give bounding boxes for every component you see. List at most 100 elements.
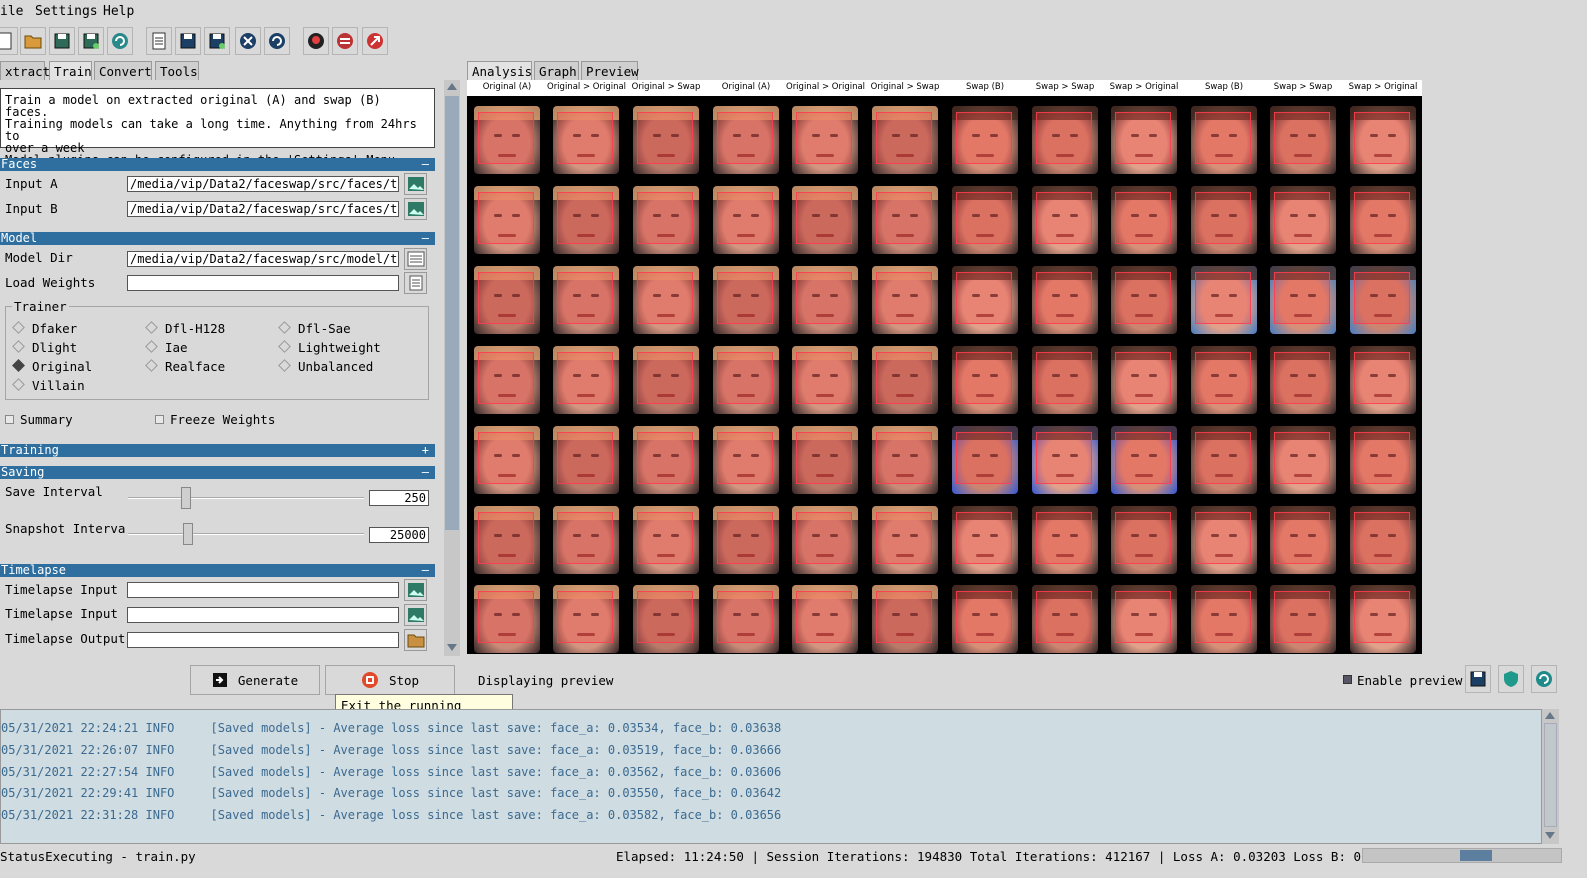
donate-button[interactable] bbox=[303, 27, 329, 55]
browse-input-b-button[interactable] bbox=[404, 198, 427, 220]
open-project-button[interactable] bbox=[20, 27, 46, 55]
browse-model-dir-button[interactable] bbox=[404, 248, 427, 270]
faces-section-header[interactable]: Faces – bbox=[0, 158, 435, 171]
enable-preview-checkbox[interactable] bbox=[1343, 675, 1352, 684]
trainer-radio-realface[interactable]: Realface bbox=[145, 359, 225, 374]
tab-convert[interactable]: Convert bbox=[94, 61, 152, 80]
save-interval-slider-handle[interactable] bbox=[181, 487, 191, 509]
trainer-radio-dlight[interactable]: Dlight bbox=[12, 340, 77, 355]
snapshot-interval-field[interactable]: 25000 bbox=[369, 527, 429, 543]
saving-section-header[interactable]: Saving – bbox=[0, 466, 435, 479]
mask-preview-button[interactable] bbox=[1498, 665, 1524, 693]
freeze-weights-checkbox[interactable]: Freeze Weights bbox=[155, 412, 275, 427]
face-mask-overlay bbox=[1195, 512, 1251, 564]
face-mask-overlay bbox=[1354, 591, 1410, 643]
face-mask-overlay bbox=[557, 272, 613, 324]
browse-timelapse-output-button[interactable] bbox=[404, 629, 427, 651]
face-mask-overlay bbox=[1354, 272, 1410, 324]
new-project-button[interactable] bbox=[0, 27, 18, 55]
save-interval-slider[interactable] bbox=[128, 497, 364, 499]
save-project-button[interactable] bbox=[49, 27, 75, 55]
clear-task-button[interactable] bbox=[235, 27, 261, 55]
scroll-up-icon[interactable] bbox=[1545, 712, 1555, 719]
save-as-project-button[interactable] bbox=[78, 27, 104, 55]
save-task-button[interactable] bbox=[175, 27, 201, 55]
browse-load-weights-button[interactable] bbox=[404, 272, 427, 294]
face-mask-overlay bbox=[1036, 591, 1092, 643]
save-interval-field[interactable]: 250 bbox=[369, 490, 429, 506]
trainer-radio-dfl-sae[interactable]: Dfl-Sae bbox=[278, 321, 351, 336]
tab-preview[interactable]: Preview bbox=[581, 61, 639, 80]
checkbox-box bbox=[5, 415, 14, 424]
browse-input-a-button[interactable] bbox=[404, 173, 427, 195]
trainer-radio-unbalanced[interactable]: Unbalanced bbox=[278, 359, 374, 374]
face-mask-overlay bbox=[1195, 192, 1251, 244]
trainer-radio-dfaker[interactable]: Dfaker bbox=[12, 321, 77, 336]
options-scrollbar[interactable] bbox=[444, 80, 460, 656]
timelapse-input-a-field[interactable] bbox=[127, 582, 399, 598]
forum-button[interactable] bbox=[332, 27, 358, 55]
trainer-label: Iae bbox=[165, 340, 188, 355]
timelapse-section-header[interactable]: Timelapse – bbox=[0, 564, 435, 577]
tab-graph[interactable]: Graph bbox=[534, 61, 579, 80]
github-button[interactable] bbox=[362, 27, 388, 55]
reload-project-button[interactable] bbox=[107, 27, 133, 55]
collapse-icon[interactable]: – bbox=[422, 564, 429, 577]
model-section-header[interactable]: Model – bbox=[0, 232, 435, 245]
refresh-preview-button[interactable] bbox=[1531, 665, 1557, 693]
trainer-radio-dfl-h128[interactable]: Dfl-H128 bbox=[145, 321, 225, 336]
snapshot-interval-slider-handle[interactable] bbox=[183, 523, 193, 545]
trainer-radio-iae[interactable]: Iae bbox=[145, 340, 188, 355]
timelapse-input-b-field[interactable] bbox=[127, 607, 399, 623]
model-dir-field[interactable]: /media/vip/Data2/faceswap/src/model/tru bbox=[127, 251, 399, 267]
new-file-icon bbox=[0, 32, 12, 50]
tab-train[interactable]: Train bbox=[49, 61, 92, 80]
console-log[interactable]: 05/31/2021 22:24:21 INFO [Saved models] … bbox=[0, 709, 1542, 844]
collapse-icon[interactable]: – bbox=[422, 466, 429, 479]
face-mask-overlay bbox=[557, 432, 613, 484]
collapse-icon[interactable]: – bbox=[422, 158, 429, 171]
scroll-down-icon[interactable] bbox=[1545, 832, 1555, 839]
expand-icon[interactable]: + bbox=[422, 444, 429, 457]
timelapse-output-field[interactable] bbox=[127, 632, 399, 648]
image-icon bbox=[407, 202, 424, 216]
save-as-task-button[interactable] bbox=[204, 27, 230, 55]
generate-label: Generate bbox=[237, 672, 299, 688]
input-b-field[interactable]: /media/vip/Data2/faceswap/src/faces/tru bbox=[127, 201, 399, 217]
input-a-field[interactable]: /media/vip/Data2/faceswap/src/faces/tru bbox=[127, 176, 399, 192]
menu-help[interactable]: Help bbox=[103, 4, 134, 19]
scroll-up-icon[interactable] bbox=[447, 83, 457, 90]
trainer-radio-villain[interactable]: Villain bbox=[12, 378, 85, 393]
face-mask-overlay bbox=[717, 591, 773, 643]
browse-timelapse-a-button[interactable] bbox=[404, 579, 427, 601]
generate-button[interactable]: Generate bbox=[190, 665, 320, 695]
snapshot-interval-slider[interactable] bbox=[128, 533, 364, 535]
reload-task-button[interactable] bbox=[264, 27, 290, 55]
new-task-button[interactable] bbox=[146, 27, 172, 55]
face-thumbnail bbox=[633, 506, 699, 574]
model-section-title: Model bbox=[1, 231, 38, 245]
menu-file[interactable]: ile bbox=[0, 4, 23, 19]
training-section-header[interactable]: Training + bbox=[0, 444, 435, 457]
scrollbar-thumb[interactable] bbox=[445, 96, 459, 530]
tab-extract[interactable]: xtract bbox=[0, 61, 50, 80]
load-weights-field[interactable] bbox=[127, 275, 399, 291]
browse-timelapse-b-button[interactable] bbox=[404, 604, 427, 626]
menu-settings[interactable]: Settings bbox=[35, 4, 98, 19]
summary-checkbox[interactable]: Summary bbox=[5, 412, 73, 427]
trainer-radio-original[interactable]: Original bbox=[12, 359, 92, 374]
tab-tools[interactable]: Tools bbox=[155, 61, 199, 80]
face-mask-overlay bbox=[637, 352, 693, 404]
scrollbar-thumb[interactable] bbox=[1544, 723, 1557, 827]
trainer-radio-lightweight[interactable]: Lightweight bbox=[278, 340, 381, 355]
stop-button[interactable]: Stop bbox=[325, 665, 455, 695]
preview-column-header: Swap (B) bbox=[965, 82, 1005, 92]
save-icon bbox=[180, 33, 196, 49]
scroll-down-icon[interactable] bbox=[447, 644, 457, 651]
collapse-icon[interactable]: – bbox=[422, 232, 429, 245]
tab-analysis[interactable]: Analysis bbox=[467, 61, 532, 80]
console-scrollbar[interactable] bbox=[1542, 709, 1559, 844]
face-mask-overlay bbox=[1036, 512, 1092, 564]
save-preview-button[interactable] bbox=[1465, 665, 1491, 693]
trainer-label: Unbalanced bbox=[298, 359, 374, 374]
